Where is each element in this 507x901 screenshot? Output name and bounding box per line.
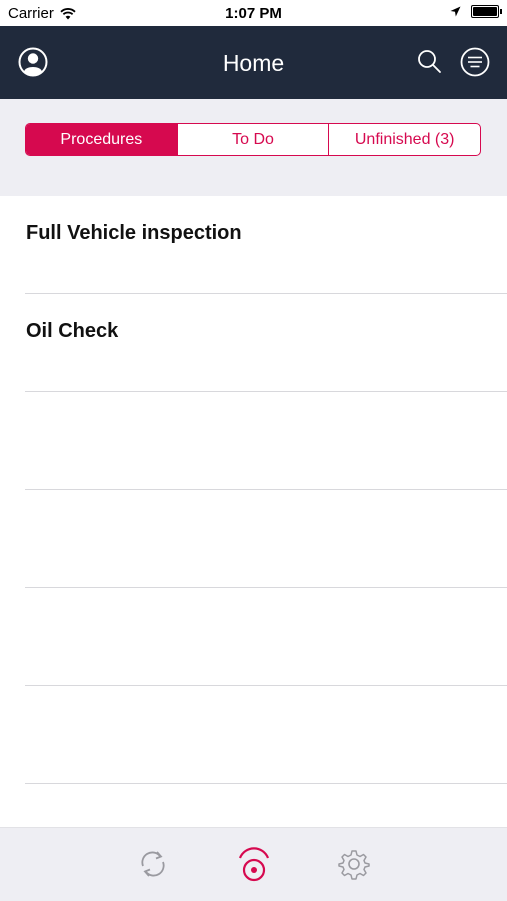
list-item-empty [25, 392, 507, 490]
list-item-empty [25, 490, 507, 588]
filter-menu-icon[interactable] [460, 47, 490, 77]
nav-bar: Home [0, 26, 507, 99]
procedure-list: Full Vehicle inspection Oil Check [0, 196, 507, 827]
sync-icon[interactable] [135, 846, 171, 882]
list-item[interactable]: Full Vehicle inspection [25, 196, 507, 294]
segment-area: Procedures To Do Unfinished (3) [0, 99, 507, 196]
status-time: 1:07 PM [225, 5, 282, 22]
list-item-label: Full Vehicle inspection [26, 222, 242, 244]
settings-gear-icon[interactable] [336, 846, 372, 882]
segmented-control: Procedures To Do Unfinished (3) [25, 123, 481, 156]
battery-icon [471, 5, 502, 18]
list-item-label: Oil Check [26, 320, 119, 342]
status-bar: Carrier 1:07 PM [0, 0, 507, 26]
search-icon[interactable] [415, 47, 445, 77]
segment-unfinished[interactable]: Unfinished (3) [329, 124, 480, 155]
tab-bar [0, 827, 507, 901]
broadcast-icon[interactable] [236, 846, 272, 882]
segment-to-do[interactable]: To Do [178, 124, 330, 155]
list-item[interactable]: Oil Check [25, 294, 507, 392]
location-arrow-icon [450, 6, 461, 17]
list-item-empty [25, 686, 507, 784]
status-right [450, 5, 502, 18]
list-item-empty [25, 588, 507, 686]
segment-procedures[interactable]: Procedures [26, 124, 178, 155]
